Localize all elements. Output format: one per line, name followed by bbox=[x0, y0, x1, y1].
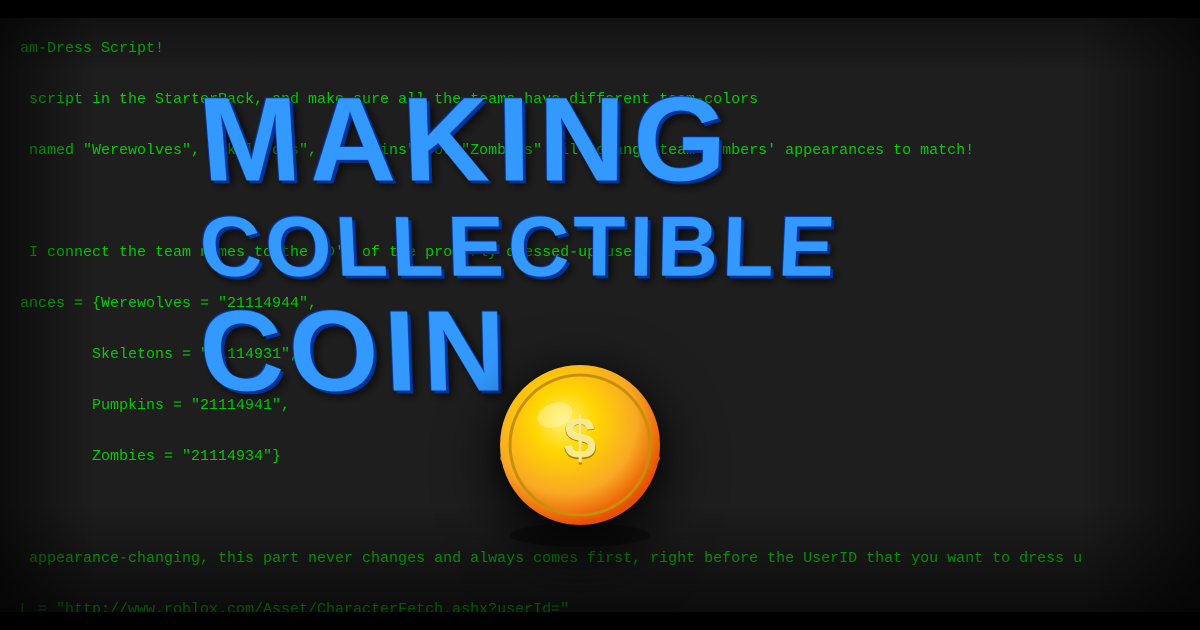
coin-svg: $ $ bbox=[480, 350, 680, 550]
coin-image: $ $ bbox=[480, 350, 680, 550]
letterbox-bottom bbox=[0, 612, 1200, 630]
letterbox-top bbox=[0, 0, 1200, 18]
scene: am-Dress Script! script in the StarterPa… bbox=[0, 0, 1200, 630]
